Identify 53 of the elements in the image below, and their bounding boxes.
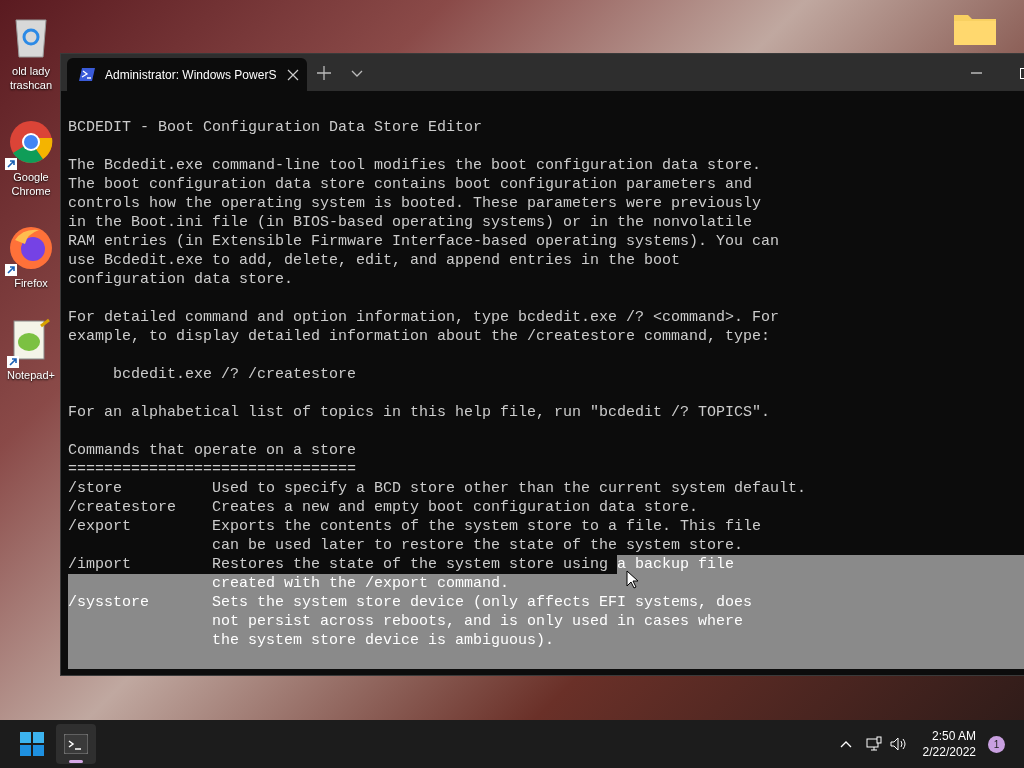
terminal-text: The boot configuration data store contains boot configuration parameters and	[68, 176, 753, 193]
terminal-text: configuration data store.	[68, 271, 294, 288]
shortcut-arrow-icon	[7, 356, 19, 368]
terminal-text: /store Used to specify a BCD store other than the current system default.	[68, 480, 807, 497]
shortcut-arrow-icon	[5, 264, 17, 276]
shortcut-arrow-icon	[5, 158, 17, 170]
clock-time[interactable]: 2:50 AM	[931, 728, 976, 744]
terminal-text: bcdedit.exe /? /createstore	[112, 366, 357, 383]
chevron-up-icon[interactable]	[839, 740, 852, 748]
speaker-icon[interactable]	[889, 737, 907, 751]
desktop-icon-label[interactable]: Firefox	[14, 276, 48, 290]
taskbar-app-button[interactable]	[56, 724, 96, 764]
folder-icon[interactable]	[953, 12, 997, 46]
terminal-text: not persist across reboots, and is only used in cases where	[211, 613, 744, 630]
powershell-prompt-icon	[79, 68, 95, 81]
terminal-text: /createstore Creates a new and empty boot configuration data store.	[68, 499, 699, 516]
terminal-text: For detailed command and option information, type bcdedit.exe /? <command>. For	[68, 309, 780, 326]
terminal-icon	[64, 734, 88, 754]
tab-title: Administrator: Windows PowerS	[105, 66, 277, 84]
terminal-text: controls how the operating system is booted. These parameters were previously	[68, 195, 762, 212]
desktop-icon-label[interactable]: Google Chrome	[3, 170, 59, 198]
network-icon[interactable]	[865, 736, 882, 752]
windows-logo-icon	[20, 732, 44, 756]
terminal-text: use Bcdedit.exe to add, delete, edit, and append entries in the boot	[68, 252, 681, 269]
terminal-text: BCDEDIT - Boot Configuration Data Store Editor	[68, 119, 483, 136]
chevron-down-icon[interactable]	[351, 70, 363, 78]
browser-icon	[9, 120, 53, 164]
terminal-text: /export Exports the contents of the system store to a file. This file	[68, 518, 762, 535]
recycle-bin-icon	[13, 16, 49, 58]
clock-date[interactable]: 2/22/2022	[922, 744, 976, 760]
notepad-chameleon-icon	[11, 318, 51, 362]
terminal-text: The Bcdedit.exe command-line tool modifies the boot configuration data store.	[68, 157, 762, 174]
plus-icon[interactable]	[317, 66, 331, 80]
terminal-text: /import Restores the state of the system store using	[68, 555, 610, 574]
terminal-text: Commands that operate on a store	[68, 442, 357, 459]
terminal-text: created with the /export command.	[211, 575, 510, 592]
close-icon[interactable]	[287, 68, 299, 81]
desktop-icon-label[interactable]: Notepad+	[7, 368, 55, 382]
terminal-text: ================================	[68, 461, 357, 478]
active-indicator	[69, 760, 83, 763]
terminal-text: a backup file	[617, 555, 735, 574]
terminal-text: the system store device is ambiguous).	[211, 632, 555, 649]
terminal-tab[interactable]: Administrator: Windows PowerS	[67, 58, 307, 91]
terminal-text: RAM entries (in Extensible Firmware Interface-based operating systems). You can	[68, 233, 780, 250]
terminal-text: /sysstore Sets the system store device (only affects EFI systems, does	[68, 594, 753, 611]
terminal-text: example, to display detailed information about the /createstore command, type:	[68, 328, 771, 345]
fox-globe-icon	[9, 226, 53, 270]
notification-badge[interactable]: 1	[988, 735, 1005, 753]
mouse-pointer-icon	[626, 570, 638, 589]
terminal-text: in the Boot.ini file (in BIOS-based operating systems) or in the nonvolatile	[68, 214, 753, 231]
terminal-text: For an alphabetical list of topics in this help file, run "bcdedit /? TOPICS".	[68, 404, 771, 421]
terminal-text: can be used later to restore the state of the system store.	[211, 537, 744, 554]
desktop-icon-label[interactable]: old lady trashcan	[3, 64, 59, 92]
